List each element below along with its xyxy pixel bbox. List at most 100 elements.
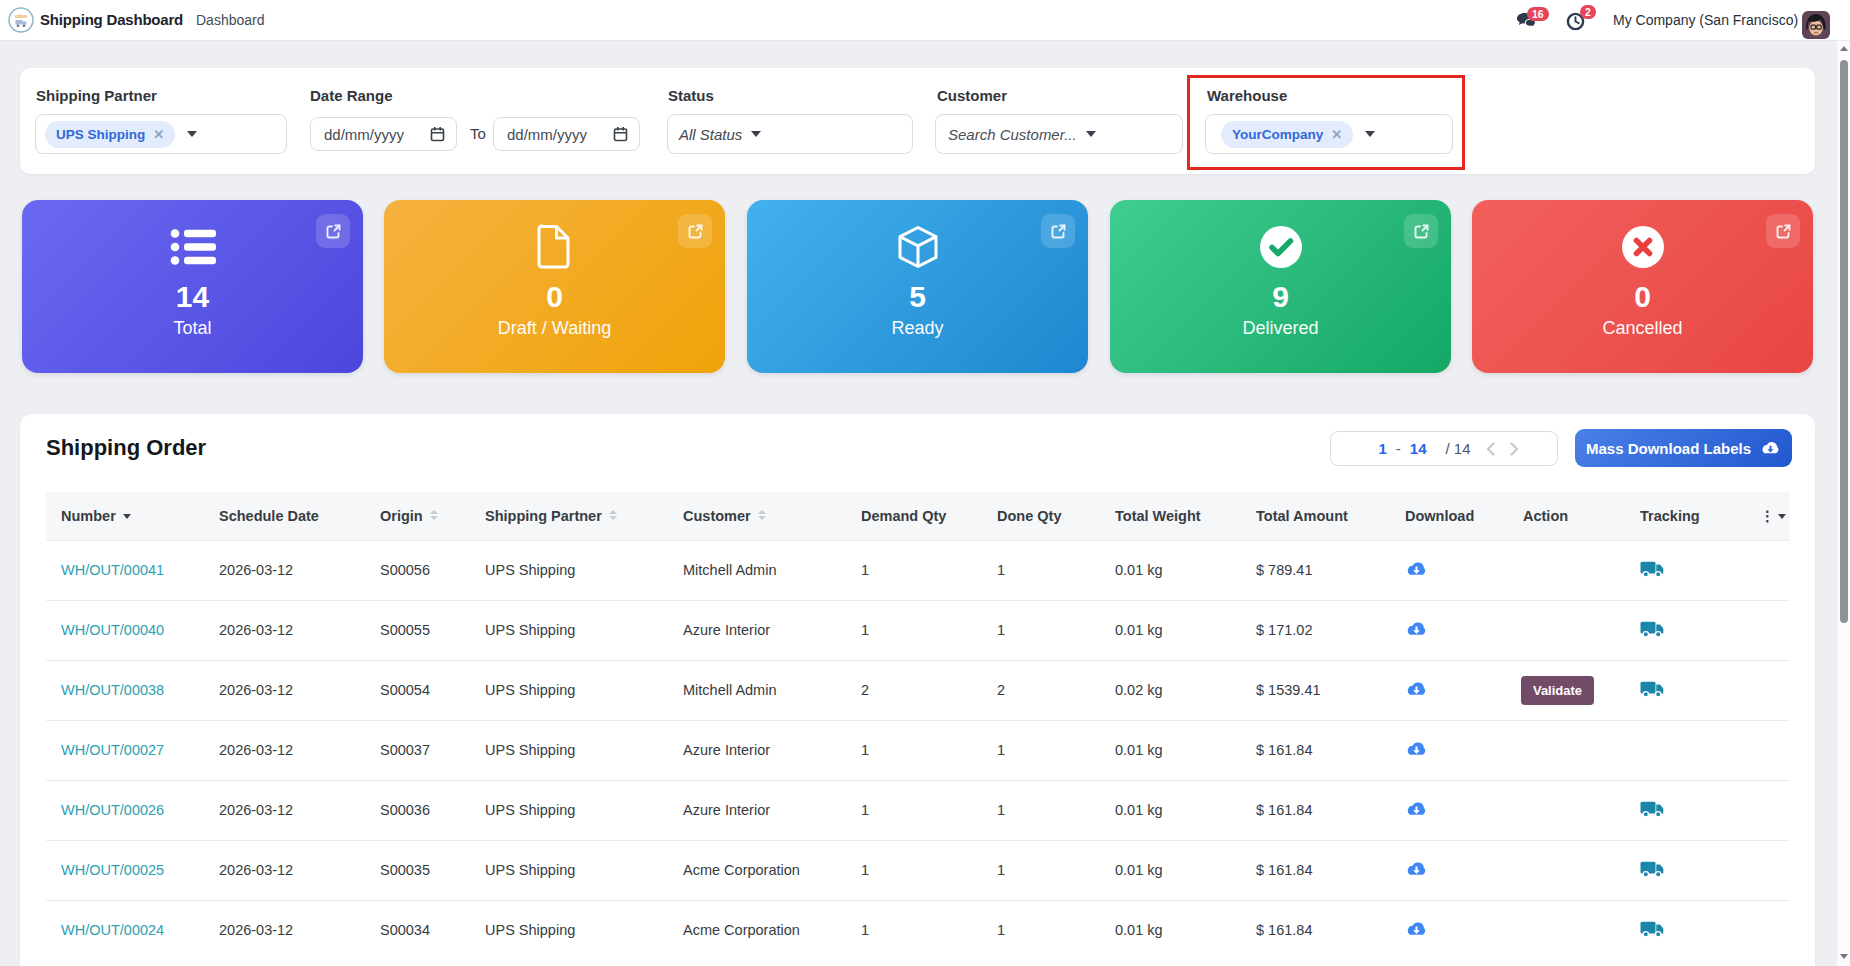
app-logo-icon[interactable]: odoo xyxy=(8,7,34,37)
tracking-cell xyxy=(1625,600,1745,660)
customer-select[interactable]: Search Customer... xyxy=(935,114,1183,154)
col-shipping-partner[interactable]: Shipping Partner xyxy=(470,492,668,540)
cloud-download-icon[interactable] xyxy=(1405,620,1428,638)
action-cell xyxy=(1490,840,1625,900)
scroll-down-icon xyxy=(1840,954,1848,959)
order-number-link[interactable]: WH/OUT/00038 xyxy=(61,682,164,698)
col-demand-qty[interactable]: Demand Qty xyxy=(846,492,982,540)
tracking-cell xyxy=(1625,900,1745,960)
done-qty-cell: 2 xyxy=(982,660,1100,720)
remove-tag-icon[interactable]: ✕ xyxy=(1331,127,1342,142)
truck-icon[interactable] xyxy=(1640,560,1664,578)
action-cell xyxy=(1490,600,1625,660)
next-page-icon[interactable] xyxy=(1510,442,1519,456)
validate-button[interactable]: Validate xyxy=(1521,676,1594,705)
sort-icon xyxy=(430,510,438,520)
order-number-link[interactable]: WH/OUT/00026 xyxy=(61,802,164,818)
status-label: Status xyxy=(668,87,714,104)
external-link-button[interactable] xyxy=(316,214,350,248)
order-number-link[interactable]: WH/OUT/00040 xyxy=(61,622,164,638)
company-switcher[interactable]: My Company (San Francisco) xyxy=(1613,0,1798,40)
warehouse-tag: YourCompany✕ xyxy=(1221,121,1353,148)
col-number[interactable]: Number xyxy=(46,492,204,540)
status-select[interactable]: All Status xyxy=(667,114,913,154)
col-options[interactable]: ⋮ xyxy=(1745,492,1790,540)
options-cell xyxy=(1745,600,1790,660)
origin-cell: S00035 xyxy=(365,840,470,900)
page-end[interactable]: 14 xyxy=(1410,440,1427,457)
shipping-partner-cell: UPS Shipping xyxy=(470,660,668,720)
col-customer[interactable]: Customer xyxy=(668,492,846,540)
order-row: WH/OUT/000412026-03-12S00056UPS Shipping… xyxy=(46,540,1790,600)
col-origin[interactable]: Origin xyxy=(365,492,470,540)
external-link-button[interactable] xyxy=(1404,214,1438,248)
order-number-link[interactable]: WH/OUT/00027 xyxy=(61,742,164,758)
truck-icon[interactable] xyxy=(1640,920,1664,938)
schedule-date-cell: 2026-03-12 xyxy=(204,660,365,720)
origin-cell: S00036 xyxy=(365,780,470,840)
scrollbar[interactable] xyxy=(1836,41,1850,966)
truck-icon[interactable] xyxy=(1640,860,1664,878)
cloud-download-icon[interactable] xyxy=(1405,800,1428,818)
col-download[interactable]: Download xyxy=(1390,492,1490,540)
page-start[interactable]: 1 xyxy=(1378,440,1386,457)
download-cell xyxy=(1390,660,1490,720)
prev-page-icon[interactable] xyxy=(1486,442,1495,456)
customer-cell: Acme Corporation xyxy=(668,900,846,960)
mass-download-labels-button[interactable]: Mass Download Labels xyxy=(1575,429,1792,467)
remove-tag-icon[interactable]: ✕ xyxy=(153,127,164,142)
col-total-weight[interactable]: Total Weight xyxy=(1100,492,1241,540)
external-link-button[interactable] xyxy=(1041,214,1075,248)
shipping-partner-cell: UPS Shipping xyxy=(470,600,668,660)
order-number-link[interactable]: WH/OUT/00024 xyxy=(61,922,164,938)
chevron-down-icon xyxy=(1086,131,1096,137)
user-avatar[interactable] xyxy=(1802,11,1830,43)
cloud-download-icon[interactable] xyxy=(1405,740,1428,758)
order-number-link[interactable]: WH/OUT/00041 xyxy=(61,562,164,578)
stat-card-delivered[interactable]: 9 Delivered xyxy=(1110,200,1451,373)
col-total-amount[interactable]: Total Amount xyxy=(1241,492,1390,540)
cloud-download-icon[interactable] xyxy=(1405,860,1428,878)
action-cell xyxy=(1490,540,1625,600)
stat-value: 5 xyxy=(747,281,1088,313)
shipping-partner-select[interactable]: UPS Shipping✕ xyxy=(35,114,287,154)
stat-card-total[interactable]: 14 Total xyxy=(22,200,363,373)
tracking-cell xyxy=(1625,540,1745,600)
demand-qty-cell: 1 xyxy=(846,900,982,960)
cloud-download-icon[interactable] xyxy=(1405,680,1428,698)
order-row: WH/OUT/000242026-03-12S00034UPS Shipping… xyxy=(46,900,1790,960)
truck-icon[interactable] xyxy=(1640,800,1664,818)
truck-icon[interactable] xyxy=(1640,620,1664,638)
action-cell xyxy=(1490,900,1625,960)
demand-qty-cell: 1 xyxy=(846,540,982,600)
download-cell xyxy=(1390,600,1490,660)
date-from-input[interactable]: dd/mm/yyyy xyxy=(310,117,457,151)
orders-title: Shipping Order xyxy=(46,435,206,461)
nav-dashboard-link[interactable]: Dashboard xyxy=(196,0,265,40)
truck-icon[interactable] xyxy=(1640,680,1664,698)
stat-card-draft[interactable]: 0 Draft / Waiting xyxy=(384,200,725,373)
download-cell xyxy=(1390,720,1490,780)
col-tracking[interactable]: Tracking xyxy=(1625,492,1745,540)
customer-cell: Azure Interior xyxy=(668,780,846,840)
cloud-download-icon[interactable] xyxy=(1405,560,1428,578)
col-done-qty[interactable]: Done Qty xyxy=(982,492,1100,540)
cloud-download-icon[interactable] xyxy=(1405,920,1428,938)
cloud-download-icon xyxy=(1760,440,1781,456)
external-link-button[interactable] xyxy=(678,214,712,248)
col-action[interactable]: Action xyxy=(1490,492,1625,540)
options-cell xyxy=(1745,780,1790,840)
external-link-button[interactable] xyxy=(1766,214,1800,248)
order-number-link[interactable]: WH/OUT/00025 xyxy=(61,862,164,878)
customer-cell: Mitchell Admin xyxy=(668,660,846,720)
date-range-label: Date Range xyxy=(310,87,393,104)
stat-card-cancelled[interactable]: 0 Cancelled xyxy=(1472,200,1813,373)
warehouse-select[interactable]: YourCompany✕ xyxy=(1205,114,1453,154)
date-to-input[interactable]: dd/mm/yyyy xyxy=(493,117,640,151)
top-navbar: odoo Shipping Dashboard Dashboard 16 2 M… xyxy=(0,0,1850,41)
stat-card-ready[interactable]: 5 Ready xyxy=(747,200,1088,373)
col-schedule-date[interactable]: Schedule Date xyxy=(204,492,365,540)
shipping-partner-cell: UPS Shipping xyxy=(470,840,668,900)
schedule-date-cell: 2026-03-12 xyxy=(204,840,365,900)
calendar-icon xyxy=(613,126,628,142)
